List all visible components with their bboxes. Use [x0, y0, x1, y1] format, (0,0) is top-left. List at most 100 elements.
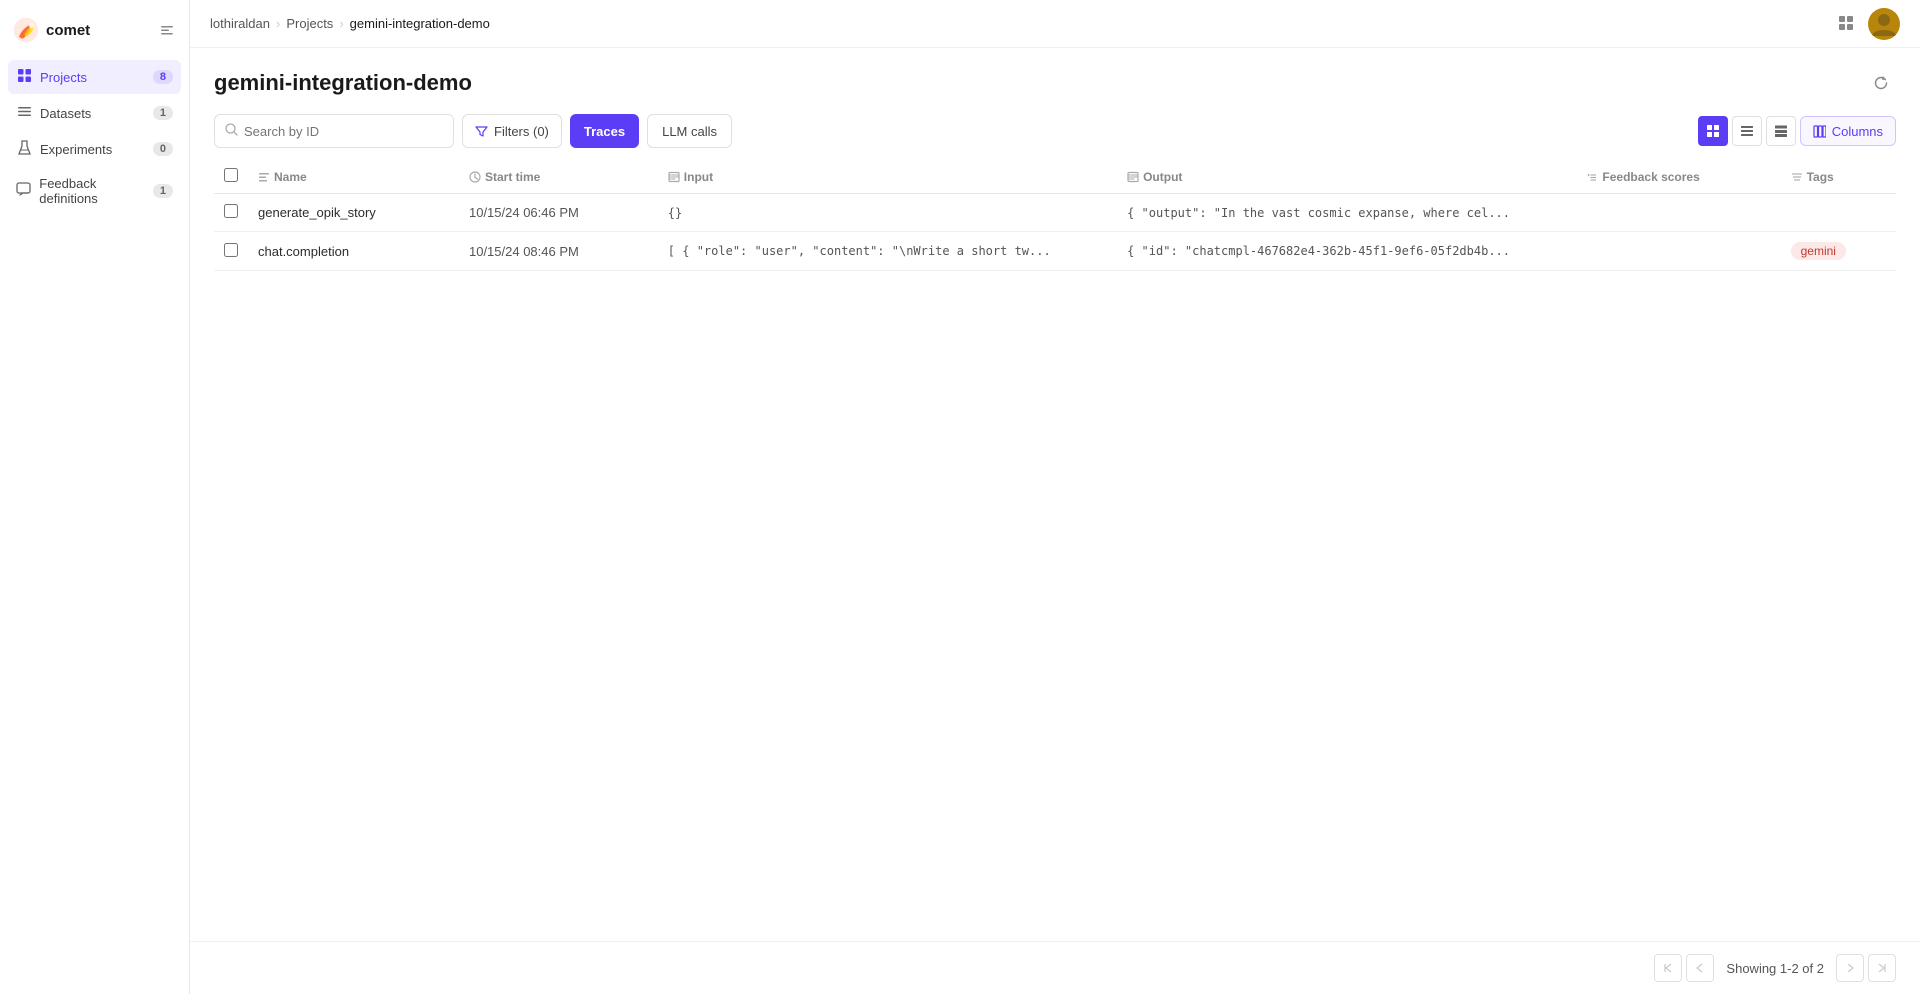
- breadcrumb-sep1: ›: [276, 16, 280, 31]
- toolbar: Filters (0) Traces LLM calls: [190, 114, 1920, 160]
- page-info: Showing 1-2 of 2: [1718, 961, 1832, 976]
- row2-checkbox[interactable]: [224, 243, 238, 257]
- table-row[interactable]: chat.completion 10/15/24 08:46 PM [ { "r…: [214, 232, 1896, 271]
- row2-output: { "id": "chatcmpl-467682e4-362b-45f1-9ef…: [1117, 232, 1576, 271]
- experiments-badge: 0: [153, 142, 173, 156]
- page-title: gemini-integration-demo: [214, 70, 472, 96]
- columns-button[interactable]: Columns: [1800, 116, 1896, 146]
- page-header: gemini-integration-demo: [190, 48, 1920, 114]
- pagination: Showing 1-2 of 2: [190, 941, 1920, 994]
- header-checkbox-cell: [214, 160, 248, 194]
- breadcrumb-projects[interactable]: Projects: [286, 16, 333, 31]
- table-header: Name Start time: [214, 160, 1896, 194]
- header-start-time: Start time: [459, 160, 658, 194]
- header-output: Output: [1117, 160, 1576, 194]
- datasets-badge: 1: [153, 106, 173, 120]
- projects-icon: [16, 68, 32, 86]
- gemini-tag[interactable]: gemini: [1791, 242, 1846, 260]
- datasets-label: Datasets: [40, 106, 91, 121]
- sidebar-nav: Projects 8 Datasets 1: [0, 60, 189, 214]
- sidebar-item-experiments[interactable]: Experiments 0: [8, 132, 181, 166]
- view-default-btn[interactable]: [1698, 116, 1728, 146]
- view-compact-icon: [1740, 124, 1754, 138]
- select-all-checkbox[interactable]: [224, 168, 238, 182]
- sidebar-item-feedback[interactable]: Feedback definitions 1: [8, 168, 181, 214]
- row1-feedback: [1576, 194, 1780, 232]
- first-page-btn[interactable]: [1654, 954, 1682, 982]
- row2-time: 10/15/24 08:46 PM: [459, 232, 658, 271]
- row1-name[interactable]: generate_opik_story: [248, 194, 459, 232]
- breadcrumb-user[interactable]: lothiraldan: [210, 16, 270, 31]
- table-wrapper: Name Start time: [190, 160, 1920, 941]
- columns-icon: [1813, 125, 1826, 138]
- experiments-icon: [16, 140, 32, 158]
- last-page-btn[interactable]: [1868, 954, 1896, 982]
- row2-name[interactable]: chat.completion: [248, 232, 459, 271]
- logo-text: comet: [46, 22, 90, 39]
- row1-checkbox[interactable]: [224, 204, 238, 218]
- sidebar-item-projects[interactable]: Projects 8: [8, 60, 181, 94]
- feedback-badge: 1: [153, 184, 173, 198]
- view-list-btn[interactable]: [1766, 116, 1796, 146]
- header-tags: Tags: [1781, 160, 1896, 194]
- header-input: Input: [658, 160, 1117, 194]
- filter-icon: [475, 125, 488, 138]
- traces-table: Name Start time: [214, 160, 1896, 271]
- first-page-icon: [1663, 963, 1673, 973]
- output-col-icon: [1127, 171, 1139, 183]
- logo: comet: [12, 16, 90, 44]
- feedback-icon: [16, 182, 31, 200]
- sidebar-toggle-icon: [159, 22, 175, 38]
- table-row[interactable]: generate_opik_story 10/15/24 06:46 PM {}…: [214, 194, 1896, 232]
- tags-col-icon: [1791, 171, 1803, 183]
- row2-input: [ { "role": "user", "content": "\nWrite …: [658, 232, 1117, 271]
- refresh-icon: [1873, 75, 1889, 91]
- projects-badge: 8: [153, 70, 173, 84]
- toolbar-right: Columns: [1698, 116, 1896, 146]
- sidebar-item-datasets[interactable]: Datasets 1: [8, 96, 181, 130]
- breadcrumb-current: gemini-integration-demo: [350, 16, 490, 31]
- datasets-icon: [16, 104, 32, 122]
- projects-label: Projects: [40, 70, 87, 85]
- view-list-icon: [1774, 124, 1788, 138]
- apps-grid-icon[interactable]: [1838, 15, 1856, 33]
- prev-page-btn[interactable]: [1686, 954, 1714, 982]
- row2-checkbox-cell: [214, 232, 248, 271]
- row2-feedback: [1576, 232, 1780, 271]
- breadcrumb: lothiraldan › Projects › gemini-integrat…: [210, 16, 490, 31]
- row1-tags: [1781, 194, 1896, 232]
- topbar-right: [1838, 8, 1900, 40]
- search-box[interactable]: [214, 114, 454, 148]
- last-page-icon: [1877, 963, 1887, 973]
- comet-logo-icon: [12, 16, 40, 44]
- llmcalls-button[interactable]: LLM calls: [647, 114, 732, 148]
- refresh-button[interactable]: [1866, 68, 1896, 98]
- toolbar-left: Filters (0) Traces LLM calls: [214, 114, 732, 148]
- main-content: lothiraldan › Projects › gemini-integrat…: [190, 0, 1920, 994]
- filter-button[interactable]: Filters (0): [462, 114, 562, 148]
- input-col-icon: [668, 171, 680, 183]
- table-body: generate_opik_story 10/15/24 06:46 PM {}…: [214, 194, 1896, 271]
- row1-input: {}: [658, 194, 1117, 232]
- feedback-label: Feedback definitions: [39, 176, 153, 206]
- next-page-btn[interactable]: [1836, 954, 1864, 982]
- row1-output: { "output": "In the vast cosmic expanse,…: [1117, 194, 1576, 232]
- user-avatar[interactable]: [1868, 8, 1900, 40]
- row1-checkbox-cell: [214, 194, 248, 232]
- experiments-label: Experiments: [40, 142, 112, 157]
- prev-page-icon: [1695, 963, 1705, 973]
- traces-button[interactable]: Traces: [570, 114, 639, 148]
- feedback-col-icon: [1586, 171, 1598, 183]
- row1-time: 10/15/24 06:46 PM: [459, 194, 658, 232]
- sidebar: comet Projects: [0, 0, 190, 994]
- header-feedback: Feedback scores: [1576, 160, 1780, 194]
- name-col-icon: [258, 171, 270, 183]
- header-name: Name: [248, 160, 459, 194]
- time-col-icon: [469, 171, 481, 183]
- sidebar-toggle-btn[interactable]: [157, 20, 177, 40]
- breadcrumb-sep2: ›: [339, 16, 343, 31]
- view-compact-btn[interactable]: [1732, 116, 1762, 146]
- search-input[interactable]: [244, 124, 424, 139]
- next-page-icon: [1845, 963, 1855, 973]
- row2-tags: gemini: [1781, 232, 1896, 271]
